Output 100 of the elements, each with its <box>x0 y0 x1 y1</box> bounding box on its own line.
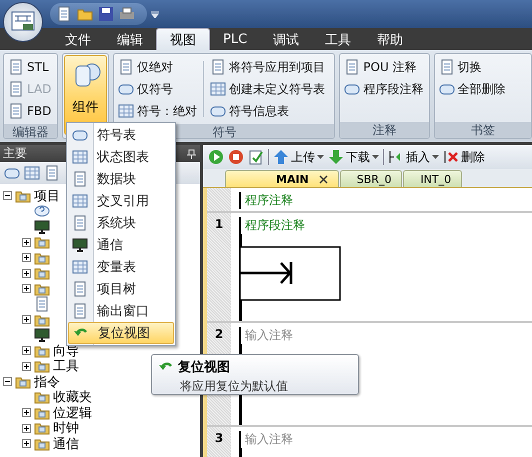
editor-tab[interactable]: MAIN <box>225 170 339 187</box>
run-icon[interactable] <box>208 149 224 165</box>
expand-icon[interactable] <box>22 346 31 356</box>
expand-icon[interactable] <box>22 238 31 247</box>
expand-icon[interactable] <box>22 268 31 278</box>
menu-tab[interactable]: 编辑 <box>104 29 156 50</box>
menu-item[interactable]: 项目树 <box>68 278 174 300</box>
document-icon <box>72 215 88 231</box>
tree-item-label[interactable]: 位逻辑 <box>53 404 92 422</box>
menu-item[interactable]: 交叉引用 <box>68 190 174 212</box>
editor-mode-button[interactable]: STL <box>8 57 52 77</box>
group-title: 书签 <box>434 122 531 138</box>
menu-item[interactable]: 复位视图 <box>68 322 174 344</box>
document-icon <box>438 59 455 75</box>
menu-tab[interactable]: 视图 <box>156 28 210 50</box>
menu-item[interactable]: 数据块 <box>68 168 174 190</box>
network-comment[interactable]: 输入注释 <box>239 327 293 344</box>
close-icon[interactable] <box>318 174 328 184</box>
expand-icon[interactable] <box>22 315 31 324</box>
tooltip-text: 将应用复位为默认值 <box>179 378 289 395</box>
network-number: 2 <box>214 327 224 341</box>
contact-box-drawing[interactable] <box>239 246 342 301</box>
document-icon <box>72 281 88 297</box>
menu-tab[interactable]: 帮助 <box>364 29 416 50</box>
caret-icon <box>372 155 379 159</box>
menu-item[interactable]: 状态图表 <box>68 146 174 168</box>
network-comment[interactable]: 程序段注释 <box>239 217 305 234</box>
panel-title: 主要 <box>3 145 27 162</box>
document-icon <box>72 303 88 319</box>
menu-tab[interactable]: 调试 <box>260 29 312 50</box>
tooltip-title: 复位视图 <box>178 359 230 376</box>
editor-tab[interactable]: INT_0 <box>403 170 462 187</box>
tree-item-label[interactable]: 工具 <box>53 357 79 376</box>
document-icon[interactable] <box>44 165 60 181</box>
document-icon <box>8 59 24 75</box>
network-number: 3 <box>214 431 224 445</box>
pin-icon[interactable] <box>187 148 196 158</box>
checklist-icon[interactable] <box>248 149 264 165</box>
tree-item-label[interactable]: 通信 <box>53 434 79 453</box>
tree-item-label[interactable]: 收藏夹 <box>53 388 92 406</box>
delete-button[interactable]: 删除 <box>443 148 485 166</box>
customize-caret-icon[interactable] <box>151 10 159 18</box>
document-icon <box>344 59 360 75</box>
save-icon[interactable] <box>98 6 114 22</box>
ribbon-button[interactable]: 符号信息表 <box>210 101 326 121</box>
expand-icon[interactable] <box>22 362 31 371</box>
tree-item-label[interactable]: 指令 <box>34 372 60 391</box>
network-number: 1 <box>214 217 224 231</box>
ribbon-button[interactable]: 仅符号 <box>118 79 198 99</box>
collapse-icon[interactable] <box>3 191 12 200</box>
printer-icon[interactable] <box>119 6 135 22</box>
table-icon <box>210 81 226 97</box>
help-icon <box>34 203 50 220</box>
tree-item-label[interactable]: 项目 <box>34 186 60 205</box>
ribbon-button[interactable]: POU 注释 <box>344 57 424 77</box>
table-icon[interactable] <box>24 165 40 181</box>
menu-tab[interactable]: 文件 <box>52 29 104 50</box>
insert-button[interactable]: 插入 <box>388 148 439 166</box>
expand-icon[interactable] <box>22 439 31 448</box>
delete-icon <box>443 149 459 165</box>
table-icon <box>72 193 88 209</box>
program-comment[interactable]: 程序注释 <box>239 192 293 209</box>
download-button[interactable]: 下载 <box>328 148 379 166</box>
tree-item-label[interactable]: 时钟 <box>53 419 79 438</box>
document-icon <box>118 59 134 75</box>
document-icon <box>72 171 88 187</box>
network-gutter <box>207 188 231 211</box>
expand-icon[interactable] <box>22 253 31 262</box>
expand-icon[interactable] <box>22 424 31 433</box>
up-arrow-icon <box>273 149 289 165</box>
ribbon-button[interactable]: 仅绝对 <box>118 57 198 77</box>
ribbon-button[interactable]: 全部删除 <box>438 79 506 99</box>
ribbon-button[interactable]: 程序段注释 <box>344 79 424 99</box>
expand-icon[interactable] <box>22 284 31 294</box>
menu-item[interactable]: 通信 <box>68 234 174 256</box>
ribbon-button[interactable]: 创建未定义符号表 <box>210 79 326 99</box>
editor-tab[interactable]: SBR_0 <box>340 170 402 187</box>
menu-item[interactable]: 变量表 <box>68 256 174 278</box>
menu-item[interactable]: 系统块 <box>68 212 174 234</box>
expand-icon[interactable] <box>22 408 31 418</box>
table-icon <box>72 149 88 165</box>
ribbon-button[interactable]: 将符号应用到项目 <box>210 57 326 77</box>
ribbon-button[interactable]: 符号：绝对 <box>118 101 198 121</box>
document-icon[interactable] <box>56 6 72 22</box>
menu-tab[interactable]: PLC <box>210 29 260 50</box>
network-comment[interactable]: 输入注释 <box>239 431 293 448</box>
document-icon <box>34 296 50 312</box>
menu-item[interactable]: 输出窗口 <box>68 300 174 322</box>
menu-tab[interactable]: 工具 <box>312 29 364 50</box>
monitor-icon <box>72 237 88 253</box>
monitor-icon <box>34 218 50 235</box>
caret-icon <box>317 155 324 159</box>
upload-button[interactable]: 上传 <box>273 148 324 166</box>
collapse-icon[interactable] <box>3 377 12 386</box>
stop-icon[interactable] <box>228 149 244 165</box>
document-icon <box>210 59 226 75</box>
document-icon <box>8 103 24 119</box>
editor-mode-button[interactable]: FBD <box>8 101 52 121</box>
table-icon <box>118 103 134 119</box>
ribbon-button[interactable]: 切换 <box>438 57 506 77</box>
